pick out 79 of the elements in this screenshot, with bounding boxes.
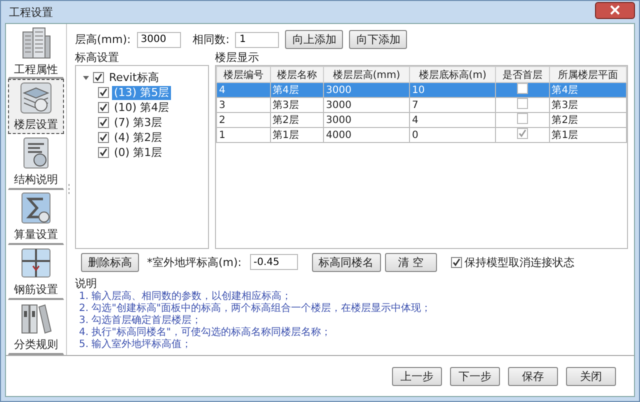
tree-item[interactable]: Revit标高	[107, 70, 161, 85]
count-label: 相同数:	[192, 32, 230, 48]
table-cell: 第1层	[549, 128, 626, 143]
table-cell: 10	[409, 82, 496, 98]
layers-icon	[19, 81, 53, 116]
checkbox[interactable]	[516, 128, 528, 140]
table-cell: 4000	[324, 128, 410, 143]
table-cell: 第3层	[270, 98, 324, 113]
note-text: 5. 输入室外地坪标高值；	[78, 339, 193, 351]
checkbox-label: 保持模型取消连接状态	[464, 254, 575, 270]
checkbox[interactable]	[98, 147, 109, 158]
note-text: 3. 勾选首层确定首层楼层；	[78, 315, 203, 326]
tree-item[interactable]: (4) 第2层	[112, 130, 164, 145]
close-button[interactable]	[595, 2, 635, 18]
note-text: 1. 输入层高、相同数的参数，以创建相应标高；	[78, 291, 293, 302]
outdoor-field[interactable]: -0.45	[250, 254, 298, 270]
tree-item[interactable]: (7) 第3层	[112, 116, 164, 130]
table-cell: 3000	[324, 112, 410, 128]
footer-button[interactable]: 保存	[508, 366, 558, 386]
table-cell: 4	[216, 82, 270, 98]
checkbox[interactable]	[98, 102, 109, 114]
table-cell: 2	[216, 112, 270, 128]
column-header: 楼层层高(mm)	[324, 66, 410, 83]
sidebar-item[interactable]: 楼层设置	[8, 79, 64, 134]
column-header: 楼层底标高(m)	[409, 66, 496, 83]
notes-title: 说明	[75, 276, 98, 291]
sigma-icon	[19, 191, 53, 226]
delete-button[interactable]: 删除标高	[81, 252, 139, 272]
checkbox[interactable]	[516, 83, 528, 94]
checkbox[interactable]	[450, 256, 462, 268]
tree-item[interactable]: (0) 第1层	[112, 146, 164, 160]
checkbox[interactable]	[516, 113, 528, 124]
sidebar-item[interactable]: 算量设置	[8, 190, 64, 245]
window-title: 工程设置	[9, 4, 53, 20]
table-cell: 4	[409, 112, 496, 128]
note-text: 4. 执行"标高同楼名"，可使勾选的标高名称同楼层名称；	[78, 327, 332, 338]
footer-button[interactable]: 关闭	[566, 366, 616, 386]
tree-item[interactable]: (10) 第4层	[112, 100, 172, 115]
floor-height-field[interactable]: 3000	[136, 32, 181, 48]
floor-height-label: 层高(mm):	[75, 32, 131, 48]
checkbox[interactable]	[98, 132, 109, 144]
close-icon	[609, 5, 621, 15]
footer-button[interactable]: 上一步	[392, 366, 442, 386]
clear-button[interactable]: 清 空	[384, 252, 437, 272]
table-cell: 7	[409, 98, 496, 113]
table-row[interactable]: 2 第2层 3000 4 第2层	[216, 112, 626, 128]
table-cell: 0	[409, 128, 496, 143]
table-cell: 第4层	[549, 82, 626, 98]
table-cell: 3	[216, 98, 270, 113]
table-cell: 3000	[324, 98, 410, 113]
table-row[interactable]: 3 第3层 3000 7 第3层	[216, 98, 626, 113]
count-field[interactable]: 1	[235, 32, 280, 48]
table-cell: 第3层	[549, 98, 626, 113]
table-cell: 3000	[324, 82, 410, 98]
checkbox[interactable]	[93, 72, 104, 84]
column-header: 所属楼层平面	[549, 66, 626, 83]
checkbox[interactable]	[98, 117, 109, 128]
column-header: 楼层名称	[270, 66, 324, 83]
note-text: 2. 勾选"创建标高"面板中的标高，两个标高组合一个楼层，在楼层显示中体现；	[78, 303, 432, 314]
group-title: 标高设置	[75, 51, 120, 66]
column-header: 是否首层	[496, 66, 550, 83]
table-row[interactable]: 1 第1层 4000 0 第1层	[216, 128, 626, 143]
add-button[interactable]: 向下添加	[349, 30, 408, 50]
group-title: 楼层显示	[215, 51, 260, 66]
table-cell: 第2层	[270, 112, 324, 128]
table-cell: 第4层	[270, 82, 324, 98]
outdoor-label: *室外地坪标高(m):	[147, 254, 242, 270]
column-header: 楼层编号	[216, 66, 270, 83]
table-cell: 第1层	[270, 128, 324, 143]
checkbox[interactable]	[516, 98, 528, 110]
collapse-icon[interactable]	[82, 74, 90, 82]
table-cell: 1	[216, 128, 270, 143]
splitter-handle[interactable]	[68, 184, 70, 196]
checkbox[interactable]	[98, 87, 109, 98]
add-button[interactable]: 向上添加	[285, 30, 344, 50]
table-cell: 第2层	[549, 112, 626, 128]
rebar-icon	[19, 246, 53, 280]
footer-button[interactable]: 下一步	[450, 366, 500, 386]
rename-button[interactable]: 标高同楼名	[312, 252, 381, 272]
